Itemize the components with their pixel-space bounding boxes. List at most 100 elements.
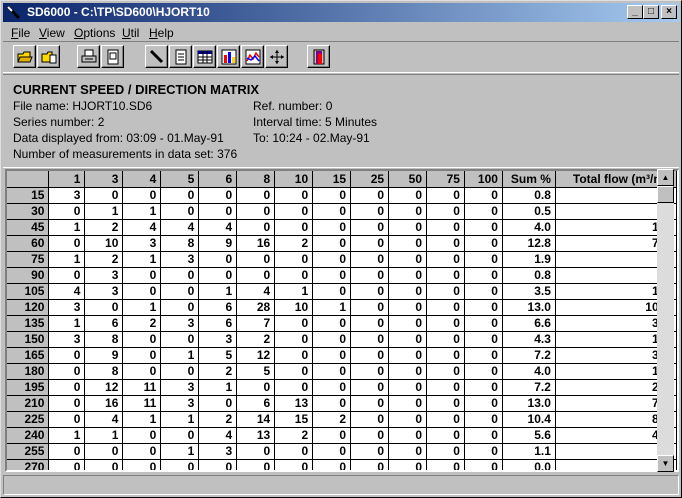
table-cell[interactable]: 4: [160, 219, 200, 236]
table-cell[interactable]: 0: [464, 395, 503, 412]
table-cell[interactable]: 0: [312, 251, 352, 268]
table-cell[interactable]: 0: [464, 443, 503, 460]
table-cell[interactable]: 0: [388, 443, 427, 460]
table-cell[interactable]: 0: [274, 347, 314, 364]
table-cell[interactable]: 0: [274, 203, 314, 220]
menu-util[interactable]: Util: [122, 26, 139, 40]
table-cell[interactable]: 5: [198, 347, 238, 364]
table-cell[interactable]: 1: [48, 219, 86, 236]
row-header[interactable]: 105: [7, 283, 50, 300]
row-header[interactable]: 135: [7, 315, 50, 332]
table-cell[interactable]: 7: [236, 315, 276, 332]
table-cell[interactable]: 0: [426, 395, 465, 412]
table-cell[interactable]: 0: [274, 379, 314, 396]
table-cell[interactable]: 0: [160, 187, 200, 204]
table-cell[interactable]: 11: [122, 395, 162, 412]
table-cell[interactable]: 0: [274, 443, 314, 460]
table-cell[interactable]: 9: [84, 347, 124, 364]
row-header[interactable]: 75: [7, 251, 50, 268]
table-cell[interactable]: 11: [122, 379, 162, 396]
table-cell[interactable]: 12.8: [502, 235, 556, 252]
table-cell[interactable]: 3: [48, 187, 86, 204]
table-cell[interactable]: 1: [122, 411, 162, 428]
table-cell[interactable]: 13.0: [502, 299, 556, 316]
table-cell[interactable]: 0: [160, 299, 200, 316]
table-cell[interactable]: 3: [198, 443, 238, 460]
table-cell[interactable]: 0: [464, 459, 503, 470]
table-cell[interactable]: 0: [350, 395, 390, 412]
table-cell[interactable]: 2: [312, 411, 352, 428]
table-cell[interactable]: 0: [274, 251, 314, 268]
table-cell[interactable]: 14: [236, 411, 276, 428]
page-setup-button[interactable]: [101, 45, 124, 68]
table-cell[interactable]: 10.4: [502, 411, 556, 428]
table-cell[interactable]: 0: [464, 427, 503, 444]
table-cell[interactable]: 4.0: [502, 363, 556, 380]
table-cell[interactable]: 9: [198, 235, 238, 252]
table-row[interactable]: 600103891620000012.8741: [7, 235, 677, 252]
row-header[interactable]: 120: [7, 299, 50, 316]
table-cell[interactable]: 2: [84, 251, 124, 268]
table-row[interactable]: 451244400000004.0176: [7, 219, 677, 236]
table-row[interactable]: 1054300141000003.5156: [7, 283, 677, 300]
table-cell[interactable]: 0: [312, 315, 352, 332]
table-cell[interactable]: 0: [350, 251, 390, 268]
table-cell[interactable]: 3: [160, 379, 200, 396]
table-cell[interactable]: 28: [236, 299, 276, 316]
minimize-button[interactable]: _: [627, 5, 643, 19]
table-cell[interactable]: 0: [350, 443, 390, 460]
table-cell[interactable]: 1: [160, 411, 200, 428]
table-cell[interactable]: 0: [312, 363, 352, 380]
table-cell[interactable]: 0: [84, 459, 124, 470]
table-cell[interactable]: 0: [350, 427, 390, 444]
app-probe-icon[interactable]: [6, 5, 22, 20]
table-cell[interactable]: 0: [350, 379, 390, 396]
table-row[interactable]: 2550001300000001.161: [7, 443, 677, 460]
table-cell[interactable]: 1.1: [502, 443, 556, 460]
table-cell[interactable]: 16: [84, 395, 124, 412]
table-cell[interactable]: 0: [274, 187, 314, 204]
table-cell[interactable]: 6: [236, 395, 276, 412]
table-cell[interactable]: 0: [426, 315, 465, 332]
table-cell[interactable]: 0: [426, 283, 465, 300]
table-cell[interactable]: 0: [122, 443, 162, 460]
table-cell[interactable]: 0: [350, 459, 390, 470]
table-cell[interactable]: 0: [274, 267, 314, 284]
table-cell[interactable]: 0: [350, 219, 390, 236]
table-cell[interactable]: 0: [312, 267, 352, 284]
table-cell[interactable]: 0: [464, 203, 503, 220]
print-button[interactable]: [77, 45, 100, 68]
table-row[interactable]: 300110000000000.516: [7, 203, 677, 220]
table-cell[interactable]: 0: [388, 427, 427, 444]
row-header[interactable]: 180: [7, 363, 50, 380]
open-file-button[interactable]: [37, 45, 60, 68]
table-cell[interactable]: 0: [122, 347, 162, 364]
table-cell[interactable]: 0: [48, 203, 86, 220]
table-cell[interactable]: 0: [426, 235, 465, 252]
table-cell[interactable]: 0: [122, 331, 162, 348]
table-cell[interactable]: 0: [464, 235, 503, 252]
table-cell[interactable]: 4: [84, 411, 124, 428]
table-cell[interactable]: 8: [160, 235, 200, 252]
table-cell[interactable]: 5.6: [502, 427, 556, 444]
table-cell[interactable]: 3: [122, 235, 162, 252]
table-row[interactable]: 24011004132000005.6406: [7, 427, 677, 444]
table-cell[interactable]: 0: [48, 395, 86, 412]
close-button[interactable]: ×: [661, 5, 677, 19]
crosshair-button[interactable]: [265, 45, 288, 68]
table-cell[interactable]: 0: [48, 363, 86, 380]
table-row[interactable]: 900300000000000.822: [7, 267, 677, 284]
table-row[interactable]: 195012113100000007.2264: [7, 379, 677, 396]
table-cell[interactable]: 0: [160, 283, 200, 300]
table-cell[interactable]: 0: [388, 203, 427, 220]
table-cell[interactable]: 0: [236, 251, 276, 268]
table-cell[interactable]: 0: [48, 411, 86, 428]
row-header[interactable]: 270: [7, 459, 50, 470]
table-cell[interactable]: 3: [198, 331, 238, 348]
table-cell[interactable]: 0: [426, 427, 465, 444]
table-cell[interactable]: 0: [236, 267, 276, 284]
table-cell[interactable]: 0: [350, 411, 390, 428]
table-cell[interactable]: 0: [426, 347, 465, 364]
table-cell[interactable]: 2: [236, 331, 276, 348]
table-cell[interactable]: 2: [122, 315, 162, 332]
